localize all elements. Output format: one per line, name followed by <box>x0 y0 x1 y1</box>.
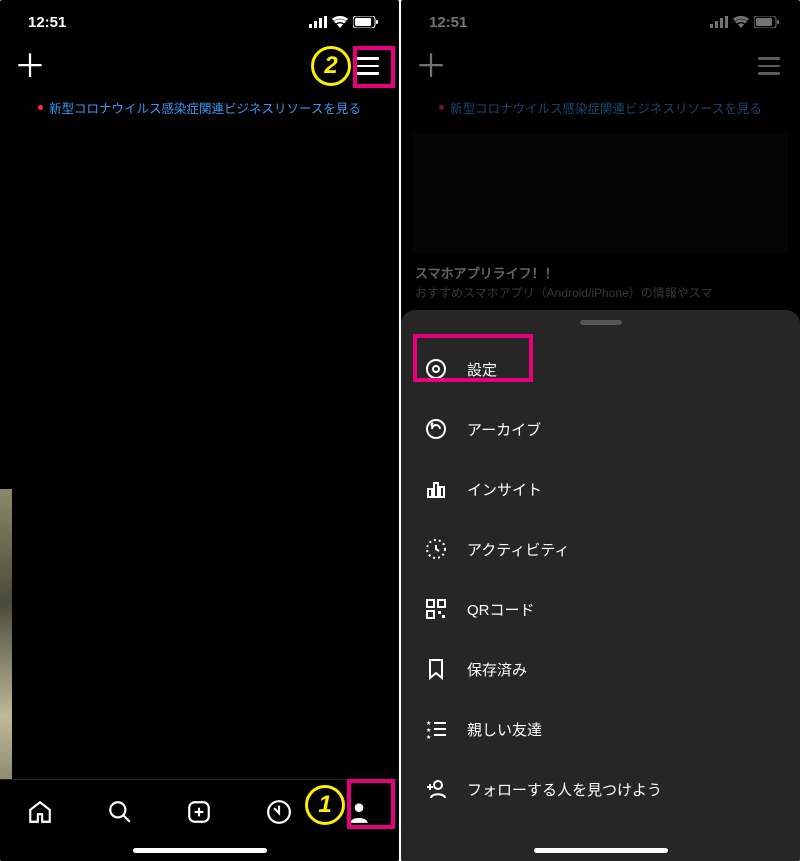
menu-item-discover-people[interactable]: フォローする人を見つけよう <box>401 759 800 819</box>
add-person-icon <box>423 776 449 802</box>
nav-activity[interactable] <box>251 792 307 832</box>
menu-label: 親しい友達 <box>467 719 542 740</box>
activity-icon <box>423 536 449 562</box>
archive-icon <box>423 416 449 442</box>
svg-text:★: ★ <box>426 734 431 741</box>
nav-home[interactable] <box>12 792 68 832</box>
menu-item-archive[interactable]: アーカイブ <box>401 399 800 459</box>
profile-header-block <box>413 133 788 253</box>
annotation-badge-1: 1 <box>305 785 345 825</box>
phone-screenshot-2: 12:51 ＋ 新型コロナウイルス感染症関連ビジネスリソースを見る スマホアプリ… <box>401 0 800 861</box>
status-bar: 12:51 <box>401 0 800 44</box>
profile-description: おすすめスマホアプリ（Android/iPhone）の情報やスマ <box>415 284 786 301</box>
profile-top-bar: ＋ <box>401 44 800 88</box>
covid-banner[interactable]: 新型コロナウイルス感染症関連ビジネスリソースを見る <box>401 88 800 129</box>
nav-create[interactable] <box>171 792 227 832</box>
status-time: 12:51 <box>429 14 467 31</box>
status-bar: 12:51 <box>0 0 399 44</box>
profile-icon <box>346 799 372 825</box>
status-time: 12:51 <box>28 14 66 31</box>
insights-icon <box>423 476 449 502</box>
sheet-handle[interactable] <box>580 320 622 325</box>
covid-banner[interactable]: 新型コロナウイルス感染症関連ビジネスリソースを見る <box>0 88 399 129</box>
battery-icon <box>353 16 379 28</box>
banner-link-text: 新型コロナウイルス感染症関連ビジネスリソースを見る <box>49 98 361 117</box>
wifi-icon <box>733 16 749 28</box>
menu-button[interactable] <box>752 49 786 83</box>
signal-icon <box>710 16 728 28</box>
signal-icon <box>309 16 327 28</box>
close-friends-icon: ★★★ <box>423 716 449 742</box>
menu-item-insights[interactable]: インサイト <box>401 459 800 519</box>
wifi-icon <box>332 16 348 28</box>
phone-screenshot-1: 12:51 ＋ 新型コロナウイルス感染症関連ビジネスリソースを見る <box>0 0 399 861</box>
menu-label: 保存済み <box>467 659 527 680</box>
menu-label: インサイト <box>467 479 542 500</box>
banner-dot-icon <box>38 105 43 110</box>
menu-item-close-friends[interactable]: ★★★ 親しい友達 <box>401 699 800 759</box>
menu-item-saved[interactable]: 保存済み <box>401 639 800 699</box>
status-indicators <box>309 16 379 28</box>
qrcode-icon <box>423 596 449 622</box>
svg-text:★: ★ <box>426 720 431 727</box>
home-indicator[interactable] <box>133 848 267 853</box>
add-icon[interactable]: ＋ <box>14 50 46 82</box>
search-icon <box>107 799 133 825</box>
menu-label: フォローする人を見つけよう <box>467 779 662 800</box>
bookmark-icon <box>423 656 449 682</box>
home-indicator[interactable] <box>534 848 668 853</box>
settings-icon <box>423 356 449 382</box>
menu-item-settings[interactable]: 設定 <box>401 339 800 399</box>
home-icon <box>27 799 53 825</box>
menu-item-activity[interactable]: アクティビティ <box>401 519 800 579</box>
photo-grid-edge <box>0 489 12 829</box>
banner-link-text: 新型コロナウイルス感染症関連ビジネスリソースを見る <box>450 98 762 117</box>
nav-search[interactable] <box>92 792 148 832</box>
status-indicators <box>710 16 780 28</box>
menu-label: アーカイブ <box>467 419 541 440</box>
create-icon <box>186 799 212 825</box>
banner-dot-icon <box>439 105 444 110</box>
profile-name: スマホアプリライフ！！ <box>415 263 786 282</box>
menu-button[interactable] <box>351 49 385 83</box>
svg-text:★: ★ <box>426 727 431 734</box>
activity-icon <box>266 799 292 825</box>
add-icon[interactable]: ＋ <box>415 50 447 82</box>
menu-label: アクティビティ <box>467 539 569 560</box>
battery-icon <box>754 16 780 28</box>
annotation-badge-2: 2 <box>311 46 351 86</box>
menu-label: 設定 <box>467 359 497 380</box>
menu-item-qrcode[interactable]: QRコード <box>401 579 800 639</box>
username-redacted[interactable] <box>146 56 251 76</box>
username-redacted <box>547 56 652 76</box>
profile-bio: スマホアプリライフ！！ おすすめスマホアプリ（Android/iPhone）の情… <box>401 257 800 301</box>
menu-label: QRコード <box>467 599 535 620</box>
menu-sheet: 設定 アーカイブ インサイト アクティビティ QRコード <box>401 310 800 861</box>
